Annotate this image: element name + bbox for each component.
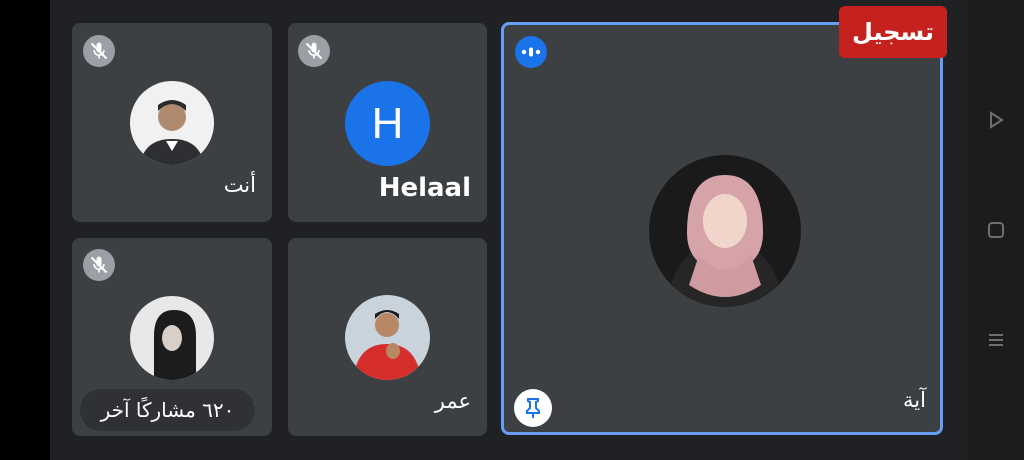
participant-name: عمر [434,389,471,413]
home-nav-button[interactable] [982,216,1010,244]
participant-tile-you[interactable]: أنت [72,23,272,222]
avatar-initial: H [345,81,430,166]
pin-button[interactable] [514,389,552,427]
mic-off-icon [298,35,330,67]
speaking-icon [515,36,547,68]
avatar [345,295,430,380]
participant-name: أنت [223,173,256,197]
recents-nav-icon [989,334,1003,346]
main-speaker-tile[interactable]: آية [501,22,943,435]
participant-tile-helaal[interactable]: H Helaal [288,23,487,222]
avatar [649,155,801,307]
mic-off-icon [83,249,115,281]
more-participants-chip[interactable]: ٦٢٠ مشاركًا آخر [80,389,255,431]
system-nav-bar [968,0,1024,460]
participant-name: Helaal [378,173,471,203]
avatar [130,81,214,165]
mic-off-icon [83,35,115,67]
pin-icon [526,398,540,418]
back-nav-icon [990,111,1004,129]
main-speaker-name: آية [903,388,926,412]
back-nav-button[interactable] [982,106,1010,134]
home-nav-icon [988,222,1004,238]
recents-nav-button[interactable] [982,326,1010,354]
avatar [130,296,214,380]
avatar-initial-letter: H [371,98,404,148]
participant-tile-omar[interactable]: عمر [288,238,487,436]
recording-badge: تسجيل [839,6,947,58]
